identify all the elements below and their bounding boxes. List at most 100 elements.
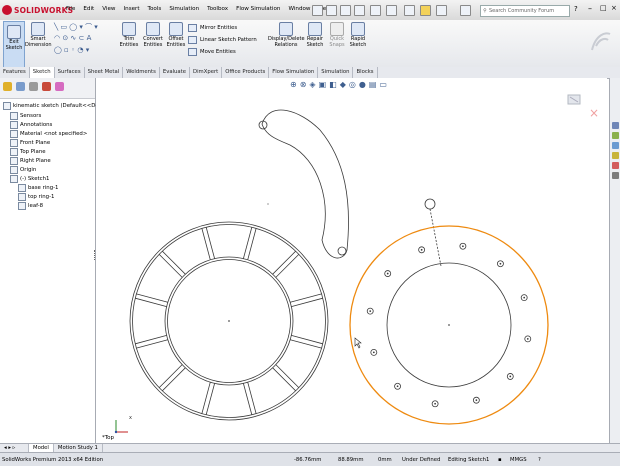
spoke-line[interactable] <box>275 364 300 388</box>
menu-edit[interactable]: Edit <box>83 6 94 12</box>
search-pane-icon[interactable] <box>612 152 619 159</box>
convert-entities-button[interactable]: Convert Entities <box>141 22 165 48</box>
custom-properties-icon[interactable] <box>612 172 619 179</box>
restore-icon[interactable]: □ <box>600 4 607 12</box>
spoke-line[interactable] <box>243 383 253 415</box>
tab-evaluate[interactable]: Evaluate <box>160 67 190 78</box>
spoke-line[interactable] <box>291 335 323 345</box>
file-explorer-icon[interactable] <box>612 142 619 149</box>
display-manager-icon[interactable] <box>55 82 64 91</box>
tab-office-products[interactable]: Office Products <box>222 67 270 78</box>
spoke-line[interactable] <box>243 227 253 259</box>
spoke-line[interactable] <box>136 293 168 303</box>
spoke-line[interactable] <box>205 227 215 259</box>
help-icon[interactable] <box>460 5 471 16</box>
spoke-line[interactable] <box>201 228 211 260</box>
tab-blocks[interactable]: Blocks <box>353 67 378 78</box>
top-ring-handle[interactable] <box>424 198 436 210</box>
spoke-line[interactable] <box>162 250 186 275</box>
tree-child-leaf[interactable]: leaf-8 <box>18 202 43 210</box>
spoke-line[interactable] <box>162 367 186 392</box>
mirror-entities-button[interactable]: Mirror Entities <box>188 24 237 32</box>
menu-view[interactable]: View <box>102 6 115 12</box>
spoke-line[interactable] <box>290 293 322 303</box>
help-question-icon[interactable]: ? <box>574 5 578 13</box>
menu-insert[interactable]: Insert <box>124 6 140 12</box>
sketch-tools-row-2[interactable]: ◠ ⊙ ∿ ⊂ A <box>54 34 91 42</box>
tab-surfaces[interactable]: Surfaces <box>55 67 85 78</box>
feature-tree-icon[interactable] <box>3 82 12 91</box>
select-icon[interactable] <box>404 5 415 16</box>
move-entities-button[interactable]: Move Entities <box>188 48 236 56</box>
offset-entities-button[interactable]: Offset Entities <box>166 22 186 48</box>
tree-item-front-plane[interactable]: Front Plane <box>10 139 50 147</box>
spoke-line[interactable] <box>247 228 257 260</box>
spoke-line[interactable] <box>275 254 300 278</box>
spoke-line[interactable] <box>135 297 167 307</box>
spoke-line[interactable] <box>136 339 168 349</box>
leaf-pin-hole[interactable] <box>337 246 347 256</box>
quick-snaps-button[interactable]: Quick Snaps <box>327 22 347 48</box>
help-status-icon[interactable]: ? <box>538 457 546 463</box>
rapid-sketch-button[interactable]: Rapid Sketch <box>348 22 368 48</box>
tree-child-top-ring[interactable]: top ring-1 <box>18 193 54 201</box>
property-manager-icon[interactable] <box>16 82 25 91</box>
print-icon[interactable] <box>370 5 381 16</box>
options-icon[interactable] <box>436 5 447 16</box>
new-document-icon[interactable] <box>326 5 337 16</box>
menu-toolbox[interactable]: Toolbox <box>207 6 228 12</box>
menu-simulation[interactable]: Simulation <box>169 6 199 12</box>
exit-sketch-button[interactable]: Exit Sketch <box>3 21 25 68</box>
close-icon[interactable]: × <box>611 4 617 12</box>
spoke-line[interactable] <box>291 297 323 307</box>
save-icon[interactable] <box>354 5 365 16</box>
tree-item-origin[interactable]: Origin <box>10 166 36 174</box>
solidworks-resources-icon[interactable] <box>612 122 619 129</box>
tab-flow-simulation[interactable]: Flow Simulation <box>269 67 319 78</box>
display-delete-relations-button[interactable]: Display/Delete Relations <box>268 22 305 48</box>
spoke-line[interactable] <box>135 335 167 345</box>
repair-sketch-button[interactable]: Repair Sketch <box>305 22 325 48</box>
tree-item-right-plane[interactable]: Right Plane <box>10 157 51 165</box>
tab-dimxpert[interactable]: DimXpert <box>190 67 223 78</box>
spoke-line[interactable] <box>205 383 215 415</box>
menu-window[interactable]: Window <box>288 6 310 12</box>
tab-features[interactable]: Features <box>0 67 30 78</box>
tree-item-sensors[interactable]: Sensors <box>10 112 41 120</box>
spoke-line[interactable] <box>290 339 322 349</box>
menu-file[interactable]: File <box>66 6 75 12</box>
spoke-line[interactable] <box>158 364 183 388</box>
rebuild-icon[interactable] <box>420 5 431 16</box>
design-library-icon[interactable] <box>612 132 619 139</box>
tree-child-base-ring[interactable]: base ring-1 <box>18 184 59 192</box>
pin-icon[interactable] <box>312 5 323 16</box>
minimize-icon[interactable]: – <box>588 4 592 13</box>
menu-tools[interactable]: Tools <box>148 6 162 12</box>
undo-icon[interactable] <box>386 5 397 16</box>
search-input[interactable]: ⚲ Search Community Forum <box>480 5 570 17</box>
spoke-line[interactable] <box>201 382 211 414</box>
spoke-line[interactable] <box>272 250 296 275</box>
linear-sketch-pattern-button[interactable]: Linear Sketch Pattern <box>188 36 257 44</box>
rebuild-status-icon[interactable]: ▪ <box>498 457 510 463</box>
dimxpert-manager-icon[interactable] <box>42 82 51 91</box>
spoke-line[interactable] <box>272 367 296 392</box>
tab-weldments[interactable]: Weldments <box>123 67 160 78</box>
tree-item-sketch1[interactable]: (-) Sketch1 <box>10 175 49 183</box>
spoke-line[interactable] <box>158 254 183 278</box>
configuration-manager-icon[interactable] <box>29 82 38 91</box>
smart-dimension-button[interactable]: Smart Dimension <box>25 22 52 48</box>
trim-entities-button[interactable]: Trim Entities <box>118 22 140 48</box>
appearances-icon[interactable] <box>612 162 619 169</box>
tree-item-annotations[interactable]: Annotations <box>10 121 52 129</box>
tab-sheet-metal[interactable]: Sheet Metal <box>85 67 124 78</box>
sketch-tools-row-1[interactable]: ╲ ▭ ◯ ▾ ⌒ ▾ <box>54 22 98 32</box>
menu-flow-simulation[interactable]: Flow Simulation <box>236 6 280 12</box>
sketch-tools-row-3[interactable]: ◯ ▫ ◦ ◔ ▾ <box>54 46 89 54</box>
tab-simulation[interactable]: Simulation <box>318 67 354 78</box>
tree-item-top-plane[interactable]: Top Plane <box>10 148 46 156</box>
status-units[interactable]: MMGS <box>510 457 538 463</box>
solidworks-logo[interactable]: SOLIDWORKS <box>2 3 73 17</box>
open-icon[interactable] <box>340 5 351 16</box>
tree-item-material[interactable]: Material <not specified> <box>10 130 87 138</box>
